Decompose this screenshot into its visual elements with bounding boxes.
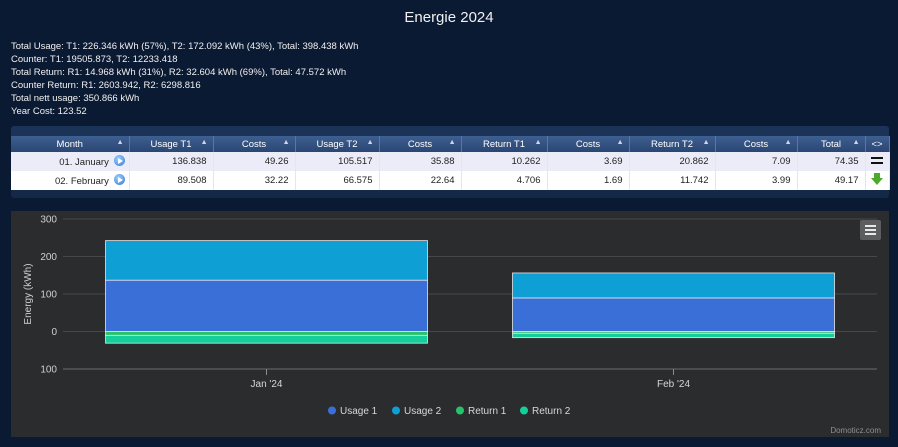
cell-total: 49.17 <box>797 171 866 190</box>
legend-item: Usage 2 <box>404 406 442 417</box>
monthly-table-panel: Month ▲ Usage T1 ▲ Costs ▲ Usage T2 ▲ Costs ▲… <box>11 126 890 198</box>
bar-segment-return-2 <box>105 334 428 344</box>
sort-icon: ▲ <box>702 139 710 146</box>
legend-item: Usage 1 <box>340 406 378 417</box>
cell-costs-1: 49.26 <box>213 152 296 171</box>
header-costs-2[interactable]: Costs ▲ <box>379 136 462 152</box>
cell-usage-t1: 136.838 <box>129 152 214 171</box>
x-tick-label: Feb '24 <box>657 379 690 390</box>
energy-chart: 300 200 100 0 100 Energy (kWh) Jan '24 Feb '24 U… <box>11 211 889 437</box>
sort-icon: ▲ <box>784 139 792 146</box>
y-axis-title: Energy (kWh) <box>23 263 34 324</box>
y-tick-label: 100 <box>40 365 57 376</box>
legend-item: Return 1 <box>468 406 507 417</box>
menu-line <box>865 233 876 235</box>
arrow-down-icon <box>871 173 883 185</box>
cell-return-t1: 4.706 <box>461 171 548 190</box>
legend-item: Return 2 <box>532 406 571 417</box>
sort-icon: ▲ <box>616 139 624 146</box>
bar-segment-usage-1 <box>512 297 835 332</box>
cell-return-t1: 10.262 <box>461 152 548 171</box>
header-trend[interactable]: <> <box>865 136 890 152</box>
cell-costs-3: 3.69 <box>547 152 630 171</box>
bar-segment-return-1 <box>105 331 428 336</box>
table-row: 02. February 89.508 32.22 66.575 22.64 4… <box>11 171 890 190</box>
chart-credit: Domoticz.com <box>830 426 881 435</box>
legend-marker <box>392 406 400 415</box>
cell-costs-3: 1.69 <box>547 171 630 190</box>
legend-marker <box>456 406 464 415</box>
y-tick-label: 300 <box>40 215 57 226</box>
header-usage-t2[interactable]: Usage T2 ▲ <box>295 136 380 152</box>
y-tick-label: 100 <box>40 290 57 301</box>
summary-block: Total Usage: T1: 226.346 kWh (57%), T2: … <box>11 40 358 118</box>
summary-nett-usage: Total nett usage: 350.866 kWh <box>11 93 140 104</box>
table-header-row: Month ▲ Usage T1 ▲ Costs ▲ Usage T2 ▲ Costs ▲… <box>11 136 890 152</box>
bar-segment-usage-2 <box>105 240 428 281</box>
monthly-table: Month ▲ Usage T1 ▲ Costs ▲ Usage T2 ▲ Costs ▲… <box>11 136 890 190</box>
summary-total-return: Total Return: R1: 14.968 kWh (31%), R2: … <box>11 67 347 78</box>
header-month[interactable]: Month ▲ <box>11 136 130 152</box>
trend-cell <box>865 171 890 190</box>
y-tick-label: 200 <box>40 252 57 263</box>
sort-icon: ▲ <box>116 139 124 146</box>
cell-costs-4: 7.09 <box>715 152 798 171</box>
chart-canvas: 300 200 100 0 100 Energy (kWh) Jan '24 Feb '24 U… <box>23 215 881 436</box>
row-month-label: 01. January <box>59 157 109 168</box>
sort-icon: ▲ <box>448 139 456 146</box>
sort-icon: ▲ <box>282 139 290 146</box>
row-month-label: 02. February <box>54 176 109 187</box>
legend-marker <box>328 406 336 415</box>
header-return-t2[interactable]: Return T2 ▲ <box>629 136 716 152</box>
header-usage-t1[interactable]: Usage T1 ▲ <box>129 136 214 152</box>
header-total[interactable]: Total ▲ <box>797 136 866 152</box>
cell-usage-t2: 66.575 <box>295 171 380 190</box>
sort-icon: ▲ <box>534 139 542 146</box>
summary-counter-return: Counter Return: R1: 2603.942, R2: 6298.8… <box>11 80 201 91</box>
cell-costs-2: 35.88 <box>379 152 462 171</box>
table-top-bar <box>11 126 889 136</box>
bar-segment-usage-2 <box>512 272 835 299</box>
summary-total-usage: Total Usage: T1: 226.346 kWh (57%), T2: … <box>11 41 359 52</box>
cell-return-t2: 20.862 <box>629 152 716 171</box>
summary-counter: Counter: T1: 19505.873, T2: 12233.418 <box>11 54 178 65</box>
play-icon[interactable] <box>113 155 125 166</box>
summary-year-cost: Year Cost: 123.52 <box>11 106 87 117</box>
row-month-cell: 01. January <box>11 152 130 171</box>
header-costs-1[interactable]: Costs ▲ <box>213 136 296 152</box>
sort-icon: ▲ <box>852 139 860 146</box>
cell-return-t2: 11.742 <box>629 171 716 190</box>
cell-total: 74.35 <box>797 152 866 171</box>
x-tick-label: Jan '24 <box>251 379 283 390</box>
page-title: Energie 2024 <box>404 9 494 26</box>
header-return-t1[interactable]: Return T1 ▲ <box>461 136 548 152</box>
play-icon[interactable] <box>113 174 125 185</box>
chart-menu-button[interactable] <box>860 220 881 240</box>
equal-icon <box>871 157 883 164</box>
cell-costs-4: 3.99 <box>715 171 798 190</box>
bar-segment-return-2 <box>512 332 835 339</box>
trend-cell <box>865 152 890 171</box>
bar-segment-usage-1 <box>105 279 428 332</box>
sort-icon: ▲ <box>366 139 374 146</box>
row-month-cell: 02. February <box>11 171 130 190</box>
cell-usage-t2: 105.517 <box>295 152 380 171</box>
header-costs-3[interactable]: Costs ▲ <box>547 136 630 152</box>
cell-usage-t1: 89.508 <box>129 171 214 190</box>
sort-icon: ▲ <box>200 139 208 146</box>
menu-line <box>865 225 876 227</box>
legend-marker <box>520 406 528 415</box>
table-row: 01. January 136.838 49.26 105.517 35.88 … <box>11 152 890 171</box>
header-costs-4[interactable]: Costs ▲ <box>715 136 798 152</box>
cell-costs-1: 32.22 <box>213 171 296 190</box>
menu-line <box>865 229 876 231</box>
cell-costs-2: 22.64 <box>379 171 462 190</box>
y-tick-label: 0 <box>51 327 57 338</box>
